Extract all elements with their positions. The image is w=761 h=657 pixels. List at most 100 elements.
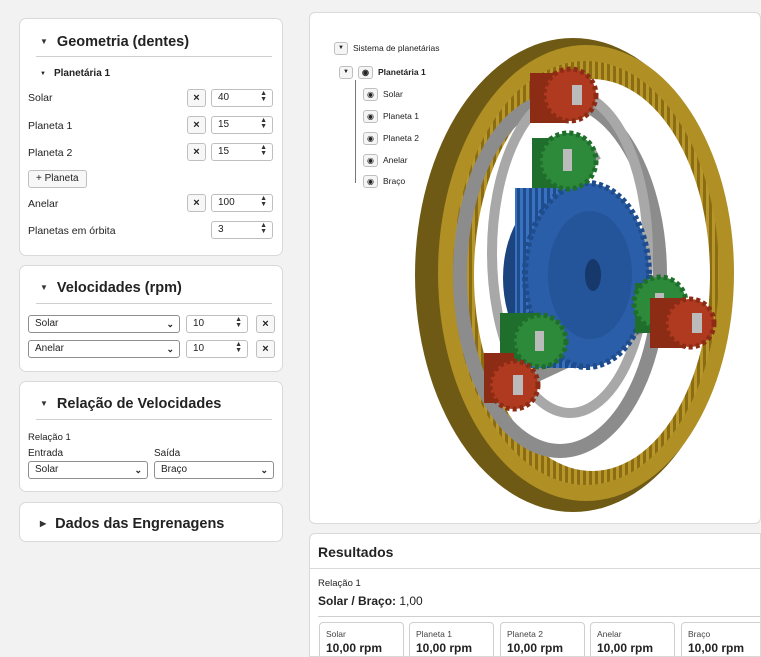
orbit-planets-label: Planetas em órbita [28,225,116,237]
result-card-name: Braço [688,629,711,639]
result-card-value: 10,00 rpm [688,641,745,655]
chevron-down-icon: ⌄ [166,319,174,329]
remove-solar-button[interactable]: × [187,89,206,107]
spinner-icon[interactable]: ▲ ▼ [260,144,267,157]
tree-item-ring[interactable]: ◉ Anelar [363,154,408,167]
divider [36,56,272,57]
geometry-card: ▼ Geometria (dentes) ▼ Planetária 1 Solar … [19,18,283,256]
velocity-1-input[interactable]: 10 ▲ ▼ [186,315,248,333]
velocities-card: ▼ Velocidades (rpm) Solar ⌄ 10 ▲ ▼ × Anelar ⌄… [19,265,283,372]
remove-planet-1-button[interactable]: × [187,116,206,134]
tree-root-label: Sistema de planetárias [353,42,440,53]
result-card-value: 10,00 rpm [507,641,564,655]
eye-icon[interactable]: ◉ [363,88,378,101]
results-title: Resultados [318,544,394,560]
spinner-icon[interactable]: ▲ ▼ [235,316,242,329]
results-relation-label: Relação 1 [318,578,361,589]
collapse-triangle-icon: ▼ [40,37,48,46]
collapse-icon[interactable]: ▼ [334,42,348,55]
spinner-icon[interactable]: ▲ ▼ [260,117,267,130]
expand-triangle-icon: ▶ [40,519,47,528]
add-planet-button[interactable]: + Planeta [28,170,87,188]
tree-item-solar[interactable]: ◉ Solar [363,88,403,101]
result-card-name: Solar [326,629,346,639]
geometry-title: Geometria (dentes) [56,34,190,50]
input-select[interactable]: Solar ⌄ [28,461,148,479]
solar-teeth-value: 40 [218,92,230,103]
planet-2-teeth-value: 15 [218,146,230,157]
divider [36,303,272,304]
collapse-icon[interactable]: ▼ [339,66,353,79]
orbit-planets-input[interactable]: 3 ▲ ▼ [211,221,273,239]
remove-velocity-2-button[interactable]: × [256,340,275,358]
velocities-title: Velocidades (rpm) [56,280,182,296]
result-card-solar: Solar 10,00 rpm [319,622,404,656]
ring-label: Anelar [28,198,59,210]
result-card-value: 10,00 rpm [416,641,473,655]
collapse-triangle-icon: ▼ [40,71,46,77]
result-card-value: 10,00 rpm [597,641,654,655]
result-card-planet-1: Planeta 1 10,00 rpm [409,622,494,656]
planet-2-label: Planeta 2 [28,147,73,159]
collapse-triangle-icon: ▼ [40,283,48,292]
tree-item-arm[interactable]: ◉ Braço [363,175,405,188]
tree-root[interactable]: ▼ Sistema de planetárias [334,42,439,55]
chevron-down-icon: ⌄ [260,465,268,475]
velocity-2-select-value: Anelar [35,343,64,354]
ratio-title: Relação de Velocidades [56,396,222,412]
eye-icon[interactable]: ◉ [358,66,373,79]
eye-icon[interactable]: ◉ [363,110,378,123]
ratio-result-value: 1,00 [399,594,423,608]
spinner-icon[interactable]: ▲ ▼ [235,341,242,354]
planet-1-teeth-value: 15 [218,119,230,130]
tree-line [355,80,356,183]
divider [36,419,272,420]
geometry-header[interactable]: ▼ Geometria (dentes) [40,34,189,50]
planetary-1-header[interactable]: ▼ Planetária 1 [40,68,110,79]
tree-item-planet-2[interactable]: ◉ Planeta 2 [363,132,419,145]
remove-planet-2-button[interactable]: × [187,143,206,161]
eye-icon[interactable]: ◉ [363,154,378,167]
tree-system[interactable]: ▼ ◉ Planetária 1 [339,66,426,79]
spinner-icon[interactable]: ▲ ▼ [260,90,267,103]
spinner-icon[interactable]: ▲ ▼ [260,222,267,235]
chevron-down-icon: ⌄ [134,465,142,475]
tree-item-label: Anelar [383,154,408,165]
ratio-header[interactable]: ▼ Relação de Velocidades [40,396,221,412]
divider [318,616,760,617]
eye-icon[interactable]: ◉ [363,132,378,145]
3d-viewer[interactable]: ▼ Sistema de planetárias ▼ ◉ Planetária 1 ◉… [309,12,761,524]
result-card-planet-2: Planeta 2 10,00 rpm [500,622,585,656]
results-panel: Resultados Relação 1 Solar / Braço: 1,00… [309,533,761,657]
remove-velocity-1-button[interactable]: × [256,315,275,333]
eye-icon[interactable]: ◉ [363,175,378,188]
collapse-triangle-icon: ▼ [40,399,48,408]
tree-item-planet-1[interactable]: ◉ Planeta 1 [363,110,419,123]
input-label: Entrada [28,448,64,459]
output-select[interactable]: Braço ⌄ [154,461,274,479]
remove-ring-button[interactable]: × [187,194,206,212]
ratio-relation-label: Relação 1 [28,432,71,443]
solar-teeth-input[interactable]: 40 ▲ ▼ [211,89,273,107]
velocity-2-select[interactable]: Anelar ⌄ [28,340,180,358]
result-card-name: Planeta 1 [416,629,452,639]
velocity-2-value: 10 [193,343,205,354]
tree-item-label: Planeta 1 [383,110,419,121]
ring-teeth-input[interactable]: 100 ▲ ▼ [211,194,273,212]
chevron-down-icon: ⌄ [166,344,174,354]
ratio-result-name: Solar / Braço: [318,594,397,608]
spinner-icon[interactable]: ▲ ▼ [260,195,267,208]
output-label: Saída [154,448,181,459]
ratio-result: Solar / Braço: 1,00 [318,594,423,608]
velocity-1-select[interactable]: Solar ⌄ [28,315,180,333]
planet-2-teeth-input[interactable]: 15 ▲ ▼ [211,143,273,161]
gear-data-card: ▶ Dados das Engrenagens [19,502,283,542]
left-panel: ▼ Geometria (dentes) ▼ Planetária 1 Solar … [0,0,300,657]
velocity-2-input[interactable]: 10 ▲ ▼ [186,340,248,358]
velocity-1-select-value: Solar [35,318,59,329]
result-card-arm: Braço 10,00 rpm [681,622,760,656]
planet-1-teeth-input[interactable]: 15 ▲ ▼ [211,116,273,134]
gear-data-header[interactable]: ▶ Dados das Engrenagens [40,516,224,532]
orbit-planets-value: 3 [218,224,224,235]
velocities-header[interactable]: ▼ Velocidades (rpm) [40,280,182,296]
